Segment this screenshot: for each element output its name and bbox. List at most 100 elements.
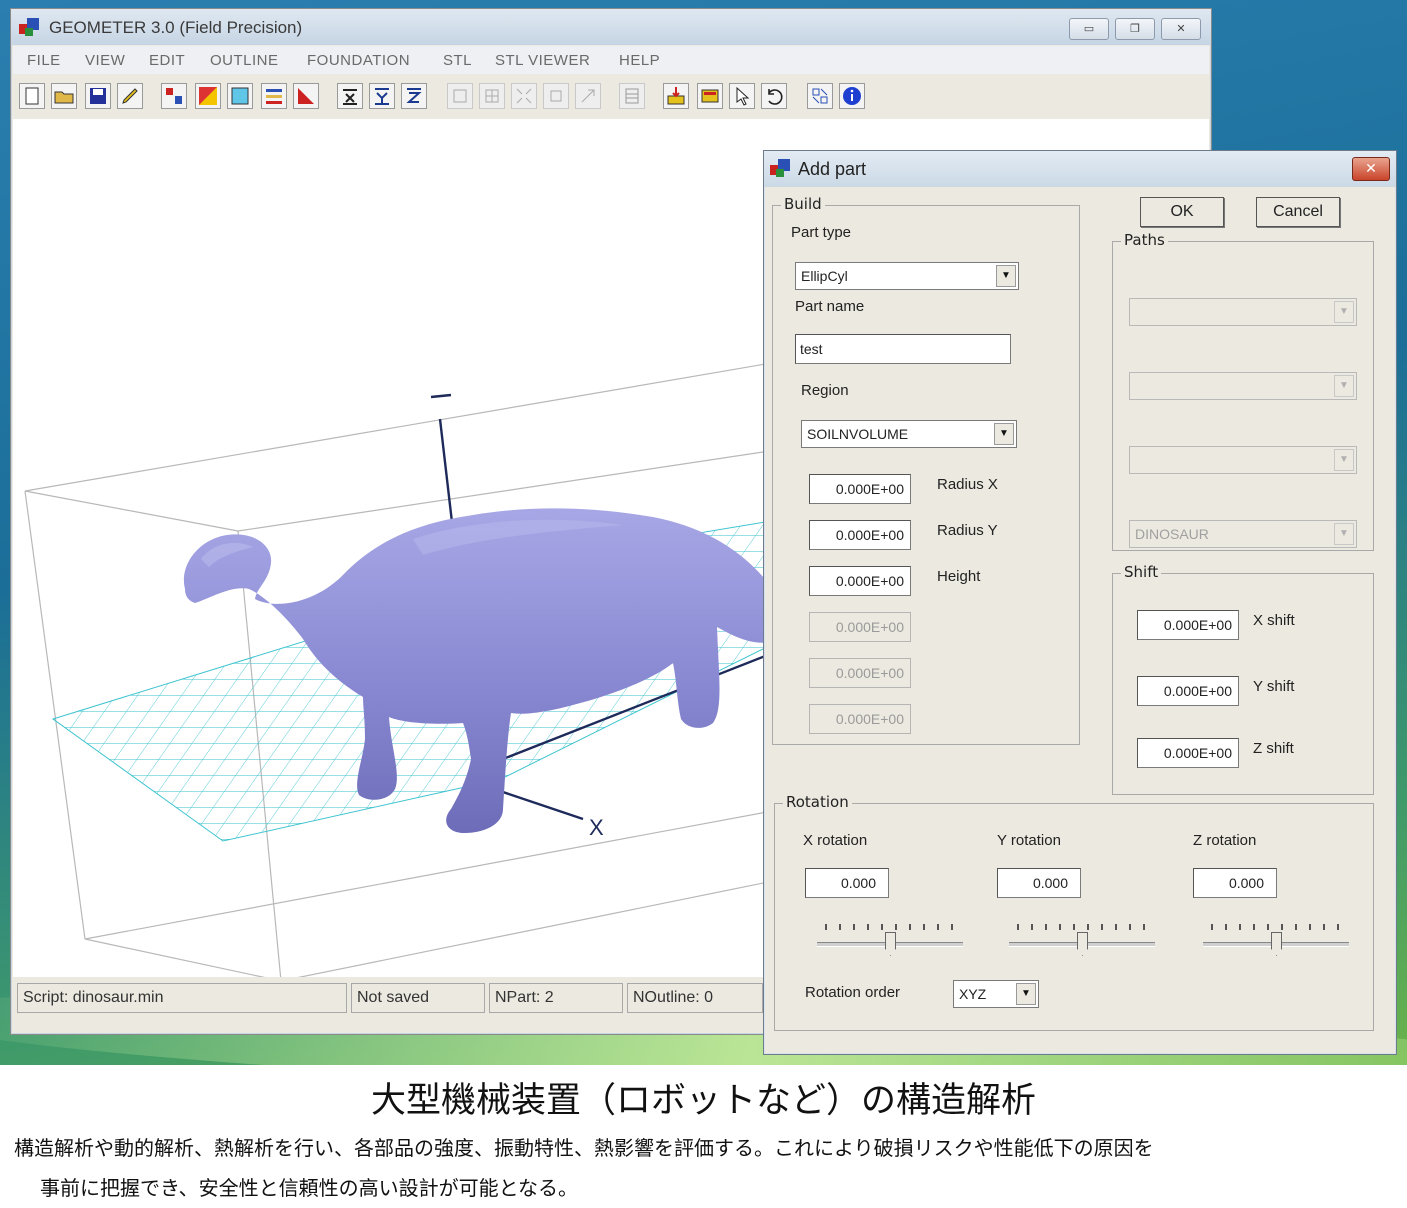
x-shift-input[interactable]: 0.000E+00 [1137,610,1239,640]
status-noutline: NOutline: 0 [627,983,763,1013]
arrow-icon[interactable] [575,83,601,109]
chevron-down-icon: ▼ [1334,449,1354,471]
radius-x-input[interactable]: 0.000E+00 [809,474,911,504]
pointer-icon[interactable] [729,83,755,109]
build-group: Build Part type EllipCyl ▼ Part name tes… [772,195,1080,745]
menu-bar: FILE VIEW EDIT OUTLINE FOUNDATION STL ST… [13,46,1209,74]
region-value: SOILNVOLUME [807,426,909,442]
height-input[interactable]: 0.000E+00 [809,566,911,596]
list-icon[interactable] [261,83,287,109]
ok-button[interactable]: OK [1140,197,1224,227]
z-rotation-slider[interactable] [1203,918,1349,962]
rotation-order-select[interactable]: XYZ ▼ [953,980,1039,1008]
rotation-order-label: Rotation order [805,984,901,1001]
menu-stl[interactable]: STL [443,52,472,69]
chevron-down-icon: ▼ [1334,375,1354,397]
z-rotation-label: Z rotation [1193,832,1257,849]
z-rotation-input[interactable]: 0.000 [1193,868,1277,898]
cancel-button[interactable]: Cancel [1256,197,1340,227]
maximize-button[interactable]: ❐ [1115,18,1155,40]
path-4-value: DINOSAUR [1135,526,1209,542]
path-select-4: DINOSAUR ▼ [1129,520,1357,548]
dialog-title: Add part [798,159,867,179]
export-icon[interactable] [697,83,723,109]
z-shift-label: Z shift [1253,740,1294,757]
menu-file[interactable]: FILE [27,52,61,69]
chevron-down-icon[interactable]: ▼ [994,423,1014,445]
param-4-input: 0.000E+00 [809,612,911,642]
scale-icon[interactable] [807,83,833,109]
minimize-button[interactable]: ▭ [1069,18,1109,40]
chevron-down-icon: ▼ [1334,301,1354,323]
y-rotation-slider[interactable] [1009,918,1155,962]
info-icon[interactable] [839,83,865,109]
color-palette-icon[interactable] [195,83,221,109]
caption-body: 構造解析や動的解析、熱解析を行い、各部品の強度、振動特性、熱影響を評価する。これ… [14,1128,1399,1208]
z-shift-input[interactable]: 0.000E+00 [1137,738,1239,768]
main-window-title: GEOMETER 3.0 (Field Precision) [49,18,303,37]
corner-icon[interactable] [293,83,319,109]
radius-y-input[interactable]: 0.000E+00 [809,520,911,550]
rotation-order-value: XYZ [959,986,987,1002]
x-rotation-label: X rotation [803,832,868,849]
import-icon[interactable] [663,83,689,109]
main-titlebar[interactable]: GEOMETER 3.0 (Field Precision) ▭ ❐ ✕ [11,9,1211,45]
caption-line-2: 事前に把握でき、安全性と信頼性の高い設計が可能となる。 [40,1176,578,1200]
radius-y-label: Radius Y [937,522,998,539]
part-type-value: EllipCyl [801,268,848,284]
menu-stl-viewer[interactable]: STL VIEWER [495,52,590,69]
y-rotation-slider-thumb[interactable] [1077,932,1088,956]
menu-outline[interactable]: OUTLINE [210,52,279,69]
x-rotation-slider-thumb[interactable] [885,932,896,956]
grid-icon[interactable] [479,83,505,109]
region-select[interactable]: SOILNVOLUME ▼ [801,420,1017,448]
expand-icon[interactable] [511,83,537,109]
menu-edit[interactable]: EDIT [149,52,185,69]
paths-legend: Paths [1121,231,1168,249]
axis-x-label: X [589,815,604,840]
part-type-select[interactable]: EllipCyl ▼ [795,262,1019,290]
rectangle-icon[interactable] [227,83,253,109]
y-rotation-input[interactable]: 0.000 [997,868,1081,898]
undo-icon[interactable] [761,83,787,109]
menu-foundation[interactable]: FOUNDATION [307,52,410,69]
x-rotation-slider[interactable] [817,918,963,962]
rotation-legend: Rotation [783,793,852,811]
height-label: Height [937,568,981,585]
part-name-input[interactable]: test [795,334,1011,364]
menu-help[interactable]: HELP [619,52,660,69]
add-part-dialog: Add part ✕ Build Part type EllipCyl ▼ Pa… [763,150,1397,1055]
axis-x-icon[interactable] [337,83,363,109]
zoom-icon[interactable] [447,83,473,109]
y-shift-input[interactable]: 0.000E+00 [1137,676,1239,706]
region-icon[interactable] [161,83,187,109]
axis-z-icon[interactable] [401,83,427,109]
chevron-down-icon[interactable]: ▼ [1016,983,1036,1005]
caption-title: 大型機械装置（ロボットなど）の構造解析 [370,1081,1036,1121]
dialog-close-button[interactable]: ✕ [1352,157,1390,181]
z-rotation-slider-thumb[interactable] [1271,932,1282,956]
menu-view[interactable]: VIEW [85,52,125,69]
save-disk-icon[interactable] [85,83,111,109]
dialog-app-icon [770,159,792,177]
chevron-down-icon[interactable]: ▼ [996,265,1016,287]
new-file-icon[interactable] [19,83,45,109]
x-rotation-input[interactable]: 0.000 [805,868,889,898]
dialog-titlebar[interactable]: Add part ✕ [764,151,1396,187]
app-icon [19,18,41,36]
close-button[interactable]: ✕ [1161,18,1201,40]
table-icon[interactable] [619,83,645,109]
axis-y-icon[interactable] [369,83,395,109]
paths-group: Paths ▼ ▼ ▼ DINOSAUR ▼ [1112,231,1374,551]
shift-legend: Shift [1121,563,1162,581]
radius-x-label: Radius X [937,476,998,493]
pencil-icon[interactable] [117,83,143,109]
build-legend: Build [781,195,825,213]
desktop-background: GEOMETER 3.0 (Field Precision) ▭ ❐ ✕ FIL… [0,0,1407,1065]
y-shift-label: Y shift [1253,678,1295,695]
part-type-label: Part type [791,224,852,241]
fit-icon[interactable] [543,83,569,109]
rotation-group: Rotation X rotation Y rotation Z rotatio… [774,793,1374,1031]
path-select-1: ▼ [1129,298,1357,326]
open-folder-icon[interactable] [51,83,77,109]
